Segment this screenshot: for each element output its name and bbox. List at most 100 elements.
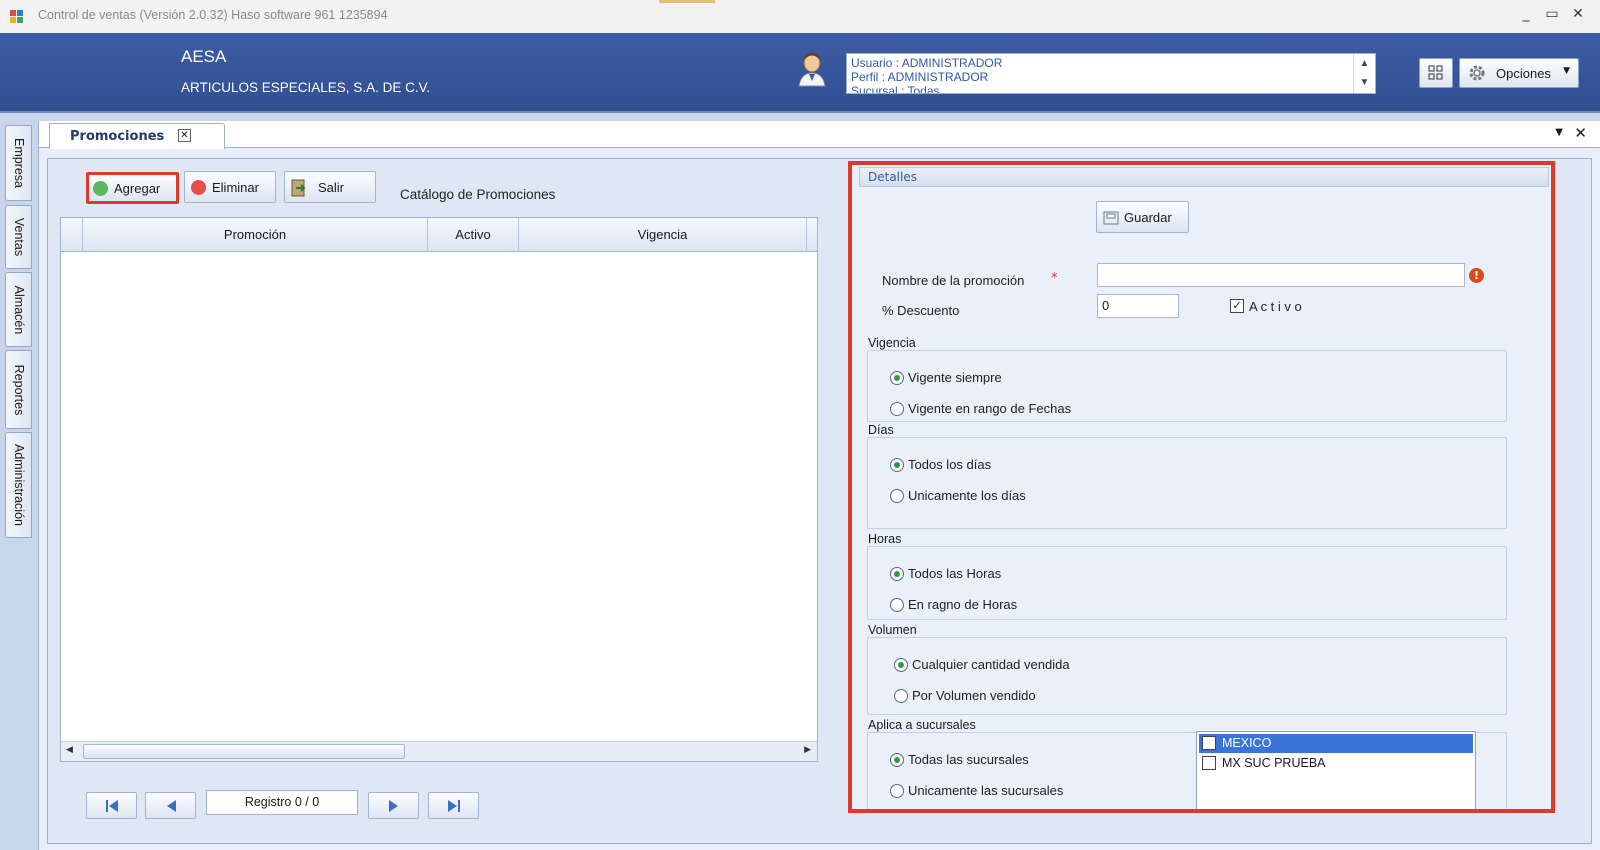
- radio-label: Todas las sucursales: [908, 752, 1029, 767]
- profile-line: Perfil : ADMINISTRADOR: [851, 70, 989, 84]
- radio-rango-horas[interactable]: [890, 598, 904, 612]
- scroll-down-icon[interactable]: ▼: [1354, 73, 1375, 92]
- next-record-icon: [388, 799, 398, 812]
- scroll-right-icon[interactable]: ▶: [804, 745, 811, 755]
- radio-por-volumen[interactable]: [894, 689, 908, 703]
- options-label: Opciones: [1496, 66, 1551, 81]
- vigencia-group: Vigencia Vigente siempre Vigente en rang…: [867, 336, 1507, 422]
- promotions-panel: Agregar Eliminar Salir Catálogo de Promo…: [47, 158, 1592, 844]
- radio-todas-sucursales[interactable]: [890, 753, 904, 767]
- chevron-down-icon: ▼: [1563, 66, 1570, 76]
- grid-horizontal-scrollbar[interactable]: ◀ ▶: [61, 741, 817, 761]
- row-selector-header: [61, 218, 83, 252]
- window-title: Control de ventas (Versión 2.0.32) Haso …: [38, 8, 388, 22]
- active-checkbox[interactable]: ✓: [1230, 299, 1244, 313]
- scroll-thumb[interactable]: [83, 744, 405, 759]
- user-line: Usuario : ADMINISTRADOR: [851, 56, 1003, 70]
- sidebar-tab-label: Ventas: [11, 217, 26, 257]
- document-area: Promociones ✕ ▼ ✕ Agregar Eliminar Salir…: [38, 121, 1600, 850]
- sidebar-tab-label: Administración: [11, 444, 26, 526]
- tab-promociones[interactable]: Promociones ✕: [49, 123, 225, 149]
- grid-header: Promoción Activo Vigencia: [61, 218, 817, 252]
- last-record-icon: [447, 799, 460, 812]
- dias-group: Días Todos los días Unicamente los días: [867, 423, 1507, 529]
- radio-label: Todos las Horas: [908, 566, 1002, 581]
- radio-unicamente-dias[interactable]: [890, 489, 904, 503]
- sidebar-tab-reportes[interactable]: Reportes: [5, 350, 32, 429]
- last-record-button[interactable]: [428, 792, 479, 819]
- save-icon: [1103, 211, 1119, 225]
- first-record-button[interactable]: [86, 792, 137, 819]
- add-label: Agregar: [114, 181, 161, 196]
- sidebar-tab-label: Reportes: [11, 364, 26, 415]
- radio-rango-fechas[interactable]: [890, 402, 904, 416]
- previous-record-button[interactable]: [145, 792, 196, 819]
- radio-label: Vigente en rango de Fechas: [908, 401, 1072, 416]
- list-item[interactable]: MEXICO: [1199, 734, 1473, 753]
- sidebar-tab-empresa[interactable]: Empresa: [5, 125, 32, 201]
- delete-button[interactable]: Eliminar: [184, 171, 276, 203]
- options-button[interactable]: Opciones ▼: [1459, 58, 1579, 88]
- add-icon: [93, 181, 108, 196]
- discount-input[interactable]: 0: [1097, 294, 1179, 318]
- restore-button[interactable]: ▭: [1541, 6, 1563, 22]
- radio-todas-horas[interactable]: [890, 567, 904, 581]
- grid-icon: [1428, 65, 1443, 80]
- promotions-grid[interactable]: Promoción Activo Vigencia ◀ ▶: [60, 217, 818, 762]
- tab-list-dropdown-icon[interactable]: ▼: [1555, 127, 1563, 138]
- branch-list[interactable]: MEXICO MX SUC PRUEBA: [1196, 731, 1476, 809]
- user-avatar-icon: [798, 53, 826, 87]
- user-info-box[interactable]: Usuario : ADMINISTRADOR Perfil : ADMINIS…: [846, 53, 1376, 94]
- radio-unicamente-sucursales[interactable]: [890, 784, 904, 798]
- tab-close-icon[interactable]: ✕: [178, 129, 191, 142]
- volumen-title: Volumen: [868, 623, 920, 637]
- dias-title: Días: [868, 423, 897, 437]
- save-label: Guardar: [1124, 210, 1172, 225]
- volumen-group: Volumen Cualquier cantidad vendida Por V…: [867, 623, 1507, 715]
- list-item[interactable]: MX SUC PRUEBA: [1199, 754, 1473, 773]
- branch-checkbox[interactable]: [1202, 736, 1216, 750]
- branch-checkbox[interactable]: [1202, 756, 1216, 770]
- details-header: Detalles: [859, 167, 1549, 187]
- promotion-name-input[interactable]: [1097, 263, 1465, 287]
- company-full-name: ARTICULOS ESPECIALES, S.A. DE C.V.: [181, 80, 431, 95]
- window-titlebar: Control de ventas (Versión 2.0.32) Haso …: [0, 0, 1600, 33]
- radio-label: Unicamente los días: [908, 488, 1026, 503]
- radio-label: Por Volumen vendido: [912, 688, 1036, 703]
- close-button[interactable]: ✕: [1567, 6, 1589, 22]
- delete-icon: [191, 180, 206, 195]
- radio-vigente-siempre[interactable]: [890, 371, 904, 385]
- radio-label: Cualquier cantidad vendida: [912, 657, 1070, 672]
- radio-label: En ragno de Horas: [908, 597, 1018, 612]
- next-record-button[interactable]: [368, 792, 419, 819]
- document-tabstrip: Promociones ✕ ▼ ✕: [39, 121, 1600, 149]
- minimize-button[interactable]: _: [1515, 6, 1537, 22]
- scroll-left-icon[interactable]: ◀: [66, 745, 73, 755]
- column-header-activo[interactable]: Activo: [428, 218, 519, 252]
- exit-door-icon: [291, 179, 306, 197]
- exit-label: Salir: [318, 180, 345, 195]
- user-info-scrollbar[interactable]: ▲ ▼: [1353, 54, 1375, 93]
- radio-label: Unicamente las sucursales: [908, 783, 1064, 798]
- sidebar-tab-ventas[interactable]: Ventas: [5, 205, 32, 269]
- gear-icon: [1469, 65, 1485, 81]
- apps-grid-button[interactable]: [1419, 58, 1453, 88]
- exit-button[interactable]: Salir: [284, 171, 376, 203]
- sidebar-tab-administracion[interactable]: Administración: [5, 432, 32, 538]
- radio-cualquier-cantidad[interactable]: [894, 658, 908, 672]
- save-button[interactable]: Guardar: [1096, 201, 1189, 233]
- add-button[interactable]: Agregar: [86, 172, 179, 204]
- column-header-promocion[interactable]: Promoción: [83, 218, 428, 252]
- app-header: AESA ARTICULOS ESPECIALES, S.A. DE C.V. …: [0, 33, 1600, 113]
- sidebar-tab-label: Empresa: [11, 137, 26, 189]
- sucursales-title: Aplica a sucursales: [868, 718, 979, 732]
- app-icon: [10, 10, 23, 23]
- column-header-vigencia[interactable]: Vigencia: [519, 218, 807, 252]
- sidebar-tab-almacen[interactable]: Almacén: [5, 272, 32, 347]
- scroll-up-icon[interactable]: ▲: [1354, 54, 1375, 73]
- titlebar-accent: [659, 0, 715, 3]
- close-document-icon[interactable]: ✕: [1574, 124, 1587, 142]
- radio-todos-dias[interactable]: [890, 458, 904, 472]
- previous-record-icon: [166, 799, 176, 812]
- required-mark: *: [1051, 271, 1058, 286]
